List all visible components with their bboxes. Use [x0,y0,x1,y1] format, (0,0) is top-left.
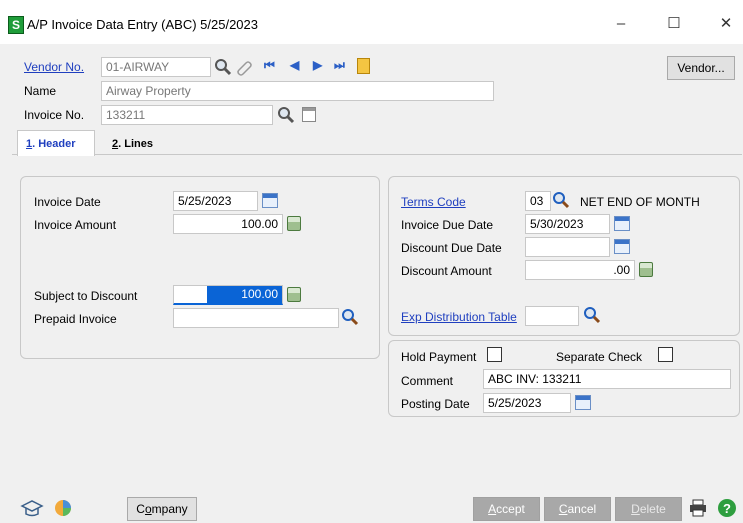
app-logo-icon: S [8,16,24,34]
discount-due-date-field[interactable] [525,237,610,257]
posting-date-label: Posting Date [401,397,470,411]
accept-button[interactable]: Accept [473,497,540,521]
comment-field[interactable]: ABC INV: 133211 [483,369,731,389]
exp-distribution-search-icon[interactable] [583,306,601,324]
cancel-button[interactable]: Cancel [544,497,611,521]
posting-date-field[interactable]: 5/25/2023 [483,393,571,413]
prepaid-invoice-label: Prepaid Invoice [34,312,117,326]
invoice-due-date-calendar-icon[interactable] [614,216,630,231]
subject-to-discount-selection: 100.00 [207,286,282,303]
printer-icon[interactable] [688,498,708,518]
maximize-icon[interactable]: ☐ [659,12,689,36]
previous-record-icon[interactable]: ◀ [290,58,299,72]
last-record-icon[interactable]: ⏭ [334,58,345,73]
hold-payment-checkbox[interactable] [487,347,502,362]
window-title: A/P Invoice Data Entry (ABC) 5/25/2023 [27,17,258,32]
hold-payment-label: Hold Payment [401,350,477,364]
invoice-amount-field[interactable]: 100.00 [173,214,283,234]
delete-button[interactable]: Delete [615,497,682,521]
prepaid-search-icon[interactable] [341,308,359,326]
vendor-button[interactable]: Vendor... [667,56,735,80]
close-icon[interactable]: ✕ [711,12,741,36]
tab-header-label: 1. Header [26,138,76,150]
comment-label: Comment [401,374,454,388]
discount-amount-label: Discount Amount [401,264,492,278]
next-record-icon[interactable]: ▶ [313,58,322,72]
discount-due-date-calendar-icon[interactable] [614,239,630,254]
invoice-amount-label: Invoice Amount [34,218,117,232]
memo-icon[interactable] [357,58,370,74]
invoice-due-date-field[interactable]: 5/30/2023 [525,214,610,234]
posting-date-calendar-icon[interactable] [575,395,591,410]
prepaid-invoice-field[interactable] [173,308,339,328]
svg-text:?: ? [723,501,731,516]
paperclip-icon[interactable] [235,58,253,76]
subject-to-discount-label: Subject to Discount [34,289,138,303]
name-field[interactable]: Airway Property [101,81,494,101]
invoice-date-calendar-icon[interactable] [262,193,278,208]
vendor-no-field[interactable]: 01-AIRWAY [101,57,211,77]
graduation-cap-icon[interactable] [20,499,44,519]
discount-due-date-label: Discount Due Date [401,241,502,255]
first-record-icon[interactable]: ⏮ [264,58,275,73]
vendor-no-link[interactable]: Vendor No. [24,60,84,74]
invoice-no-label: Invoice No. [24,108,85,122]
terms-description: NET END OF MONTH [580,195,700,209]
terms-code-field[interactable]: 03 [525,191,551,211]
discount-amount-calculator-icon[interactable] [639,262,653,277]
vendor-lookup-search-icon[interactable] [214,58,232,76]
subject-discount-calculator-icon[interactable] [287,287,301,302]
invoice-no-field[interactable]: 133211 [101,105,273,125]
terms-search-icon[interactable] [552,191,570,209]
invoice-amount-calculator-icon[interactable] [287,216,301,231]
exp-distribution-field[interactable] [525,306,579,326]
invoice-history-icon[interactable] [302,107,316,122]
invoice-search-icon[interactable] [277,106,295,124]
invoice-due-date-label: Invoice Due Date [401,218,494,232]
discount-amount-field[interactable]: .00 [525,260,635,280]
exp-distribution-link[interactable]: Exp Distribution Table [401,310,517,324]
invoice-date-label: Invoice Date [34,195,101,209]
separate-check-checkbox[interactable] [658,347,673,362]
terms-code-link[interactable]: Terms Code [401,195,466,209]
company-button[interactable]: Company [127,497,197,521]
invoice-date-field[interactable]: 5/25/2023 [173,191,258,211]
minimize-icon[interactable]: – [606,12,636,36]
color-wheel-icon[interactable] [53,498,73,518]
help-icon[interactable]: ? [717,498,737,518]
name-label: Name [24,84,57,98]
tab-lines[interactable]: 2. Lines [112,133,153,155]
separate-check-label: Separate Check [556,350,643,364]
